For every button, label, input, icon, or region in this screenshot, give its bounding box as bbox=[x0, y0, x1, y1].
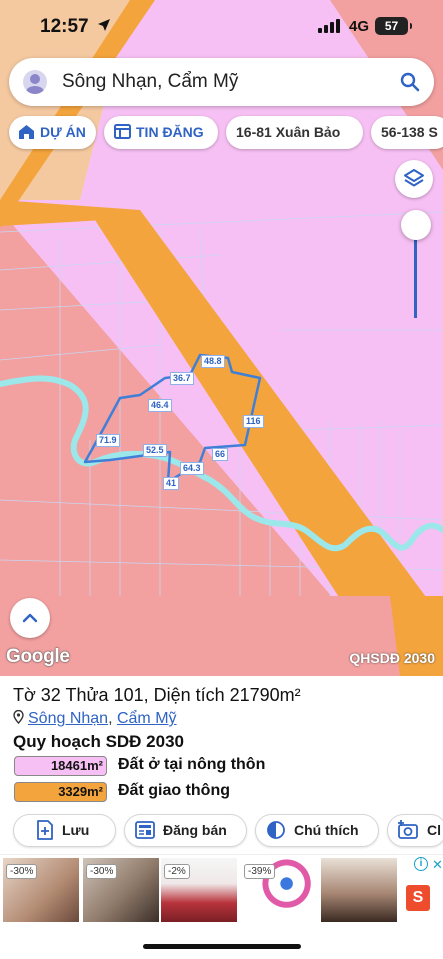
plan-layer-label: QHSDĐ 2030 bbox=[349, 650, 435, 666]
discount-badge: -30% bbox=[86, 864, 118, 879]
shopee-logo[interactable]: S bbox=[406, 885, 430, 911]
plan-title: Quy hoạch SDĐ 2030 bbox=[13, 732, 185, 751]
chip-label: DỰ ÁN bbox=[40, 124, 86, 140]
add-document-icon bbox=[37, 819, 53, 840]
battery-indicator: 57 bbox=[375, 17, 412, 35]
avatar[interactable] bbox=[23, 70, 47, 94]
listing-icon bbox=[114, 124, 131, 140]
segment-label: 66 bbox=[212, 448, 229, 461]
chip-tin-dang[interactable]: TIN ĐĂNG bbox=[104, 116, 218, 149]
layers-button[interactable] bbox=[395, 160, 433, 198]
chevron-up-icon bbox=[22, 613, 38, 623]
home-indicator[interactable] bbox=[143, 944, 301, 949]
ad-product-sandals[interactable]: -30% bbox=[83, 858, 159, 922]
ad-info-icon[interactable]: i bbox=[414, 857, 428, 871]
ad-product-fashion[interactable] bbox=[321, 858, 397, 922]
plot-title: Tờ 32 Thửa 101, Diện tích 21790m² bbox=[13, 685, 301, 705]
chip-address-1[interactable]: 16-81 Xuân Bảo bbox=[226, 116, 363, 149]
ward-link[interactable]: Sông Nhạn bbox=[28, 710, 108, 727]
signal-icon bbox=[318, 19, 340, 33]
segment-label: 116 bbox=[243, 415, 264, 428]
search-icon[interactable] bbox=[400, 72, 420, 92]
segment-label: 71.9 bbox=[96, 434, 120, 447]
segment-label: 41 bbox=[163, 477, 180, 490]
ad-banner[interactable]: -30% -30% -2% -39% i ✕ S bbox=[0, 854, 443, 924]
ad-product-sandals-red[interactable]: -2% bbox=[161, 858, 237, 922]
chip-label: 16-81 Xuân Bảo bbox=[236, 124, 341, 140]
expand-button[interactable] bbox=[10, 598, 50, 638]
search-input[interactable]: Sông Nhạn, Cẩm Mỹ bbox=[62, 71, 238, 93]
area-value: 18461m² bbox=[14, 756, 107, 776]
home-indicator-bar bbox=[0, 924, 443, 959]
action-label: Đăng bán bbox=[163, 822, 227, 838]
action-label: Chú thích bbox=[294, 822, 359, 838]
network-type: 4G bbox=[349, 18, 370, 35]
action-label: Lưu bbox=[62, 822, 90, 838]
post-sale-button[interactable]: Đăng bán bbox=[124, 814, 247, 847]
landuse-label: Đất ở tại nông thôn bbox=[118, 756, 266, 773]
discount-badge: -2% bbox=[164, 864, 190, 879]
google-logo: Google bbox=[6, 646, 70, 667]
chip-label: 56-138 S bbox=[381, 124, 438, 140]
add-photo-button[interactable]: Cl bbox=[387, 814, 443, 847]
parcel-address: Sông Nhạn, Cẩm Mỹ bbox=[13, 710, 177, 728]
ad-product-accessories[interactable]: -39% bbox=[241, 858, 317, 922]
location-arrow-icon bbox=[98, 19, 110, 31]
landuse-label: Đất giao thông bbox=[118, 782, 230, 799]
chip-du-an[interactable]: DỰ ÁN bbox=[9, 116, 96, 149]
legend-button[interactable]: Chú thích bbox=[255, 814, 379, 847]
segment-label: 48.8 bbox=[201, 355, 225, 368]
newspaper-icon bbox=[135, 820, 155, 839]
status-bar: 12:57 4G 57 bbox=[0, 0, 443, 54]
add-photo-icon bbox=[398, 819, 418, 839]
segment-label: 36.7 bbox=[170, 372, 194, 385]
map-view[interactable]: 48.8 36.7 46.4 116 71.9 52.5 66 64.3 41 … bbox=[0, 0, 443, 676]
discount-badge: -39% bbox=[244, 864, 276, 879]
save-button[interactable]: Lưu bbox=[13, 814, 116, 847]
location-pin-icon bbox=[13, 710, 24, 725]
area-value: 3329m² bbox=[14, 782, 107, 802]
user-icon bbox=[26, 74, 44, 94]
search-bar[interactable]: Sông Nhạn, Cẩm Mỹ bbox=[9, 58, 434, 106]
action-label: Cl bbox=[427, 822, 441, 838]
discount-badge: -30% bbox=[6, 864, 38, 879]
layers-icon bbox=[404, 169, 424, 187]
district-link[interactable]: Cẩm Mỹ bbox=[117, 710, 177, 727]
address-separator: , bbox=[108, 710, 113, 727]
opacity-slider-handle[interactable] bbox=[401, 210, 431, 240]
parcel-info-panel: Tờ 32 Thửa 101, Diện tích 21790m² Sông N… bbox=[0, 676, 443, 854]
contrast-icon bbox=[267, 820, 285, 839]
status-time: 12:57 bbox=[40, 16, 89, 37]
segment-label: 64.3 bbox=[180, 462, 204, 475]
chip-label: TIN ĐĂNG bbox=[136, 124, 204, 140]
ad-product-slippers[interactable]: -30% bbox=[3, 858, 79, 922]
segment-label: 52.5 bbox=[143, 444, 167, 457]
close-icon[interactable]: ✕ bbox=[432, 857, 443, 873]
chip-address-2[interactable]: 56-138 S bbox=[371, 116, 443, 149]
segment-label: 46.4 bbox=[148, 399, 172, 412]
home-icon bbox=[19, 125, 34, 140]
